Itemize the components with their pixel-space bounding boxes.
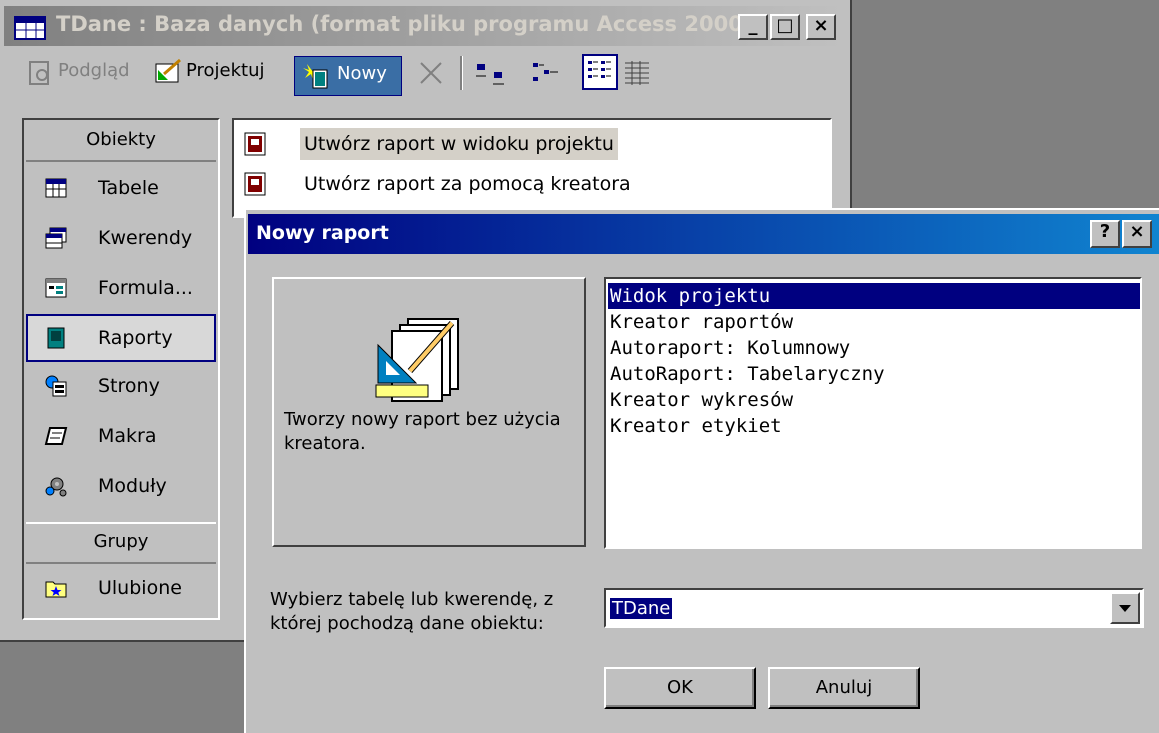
- wizard-shortcut-icon: [244, 132, 266, 156]
- new-icon: [303, 64, 328, 89]
- source-value: TDane: [610, 598, 673, 619]
- sidebar-item-pages[interactable]: Strony: [28, 364, 214, 408]
- cancel-button[interactable]: Anuluj: [768, 667, 920, 709]
- table-icon: [45, 178, 67, 198]
- sidebar-item-label: Ulubione: [98, 577, 182, 599]
- sidebar-item-favorites[interactable]: Ulubione: [28, 566, 214, 610]
- sidebar-item-label: Moduły: [98, 475, 167, 497]
- list-icon: [588, 61, 611, 78]
- wizard-shortcut-icon: [244, 172, 266, 196]
- sidebar-item-macros[interactable]: Makra: [28, 414, 214, 458]
- close-button[interactable]: ×: [806, 14, 836, 40]
- form-icon: [45, 278, 67, 298]
- ok-button[interactable]: OK: [604, 667, 756, 709]
- query-icon: [45, 227, 67, 249]
- help-button[interactable]: ?: [1090, 220, 1120, 248]
- sidebar-item-queries[interactable]: Kwerendy: [28, 216, 214, 260]
- preview-icon: [29, 61, 49, 85]
- sidebar-item-label: Strony: [98, 375, 160, 397]
- groups-header[interactable]: Grupy: [26, 522, 216, 564]
- dialog-title: Nowy raport: [256, 222, 389, 244]
- details-icon[interactable]: [622, 58, 652, 88]
- new-button[interactable]: Nowy: [294, 56, 402, 96]
- new-button-label: Nowy: [337, 63, 387, 84]
- database-window-title: TDane : Baza danych (format pliku progra…: [56, 12, 753, 36]
- list-item-autoreport-columnar[interactable]: Autoraport: Kolumnowy: [608, 335, 1140, 361]
- sidebar-item-label: Makra: [98, 425, 157, 447]
- list-item-report-wizard[interactable]: Kreator raportów: [608, 309, 1140, 335]
- sidebar-item-label: Raporty: [98, 327, 173, 349]
- list-item-label: Utwórz raport za pomocą kreatora: [304, 173, 631, 195]
- list-item-label: Utwórz raport w widoku projektu: [300, 128, 618, 160]
- dialog-titlebar[interactable]: Nowy raport ? ×: [248, 214, 1159, 254]
- maximize-button[interactable]: □: [770, 14, 800, 40]
- sidebar-item-label: Tabele: [98, 177, 159, 199]
- sidebar-item-modules[interactable]: Moduły: [28, 464, 214, 508]
- objects-bar: Obiekty Tabele Kwerendy Formula... Rapor…: [22, 118, 220, 620]
- design-icon: [155, 58, 181, 83]
- chevron-down-icon: [1119, 605, 1131, 612]
- small-icons-icon[interactable]: [530, 60, 564, 86]
- minimize-button[interactable]: _: [738, 14, 768, 40]
- list-item-design-view[interactable]: Widok projektu: [608, 283, 1140, 309]
- list-item-chart-wizard[interactable]: Kreator wykresów: [608, 387, 1140, 413]
- sidebar-item-label: Formula...: [98, 277, 193, 299]
- favorites-icon: [45, 581, 67, 598]
- database-toolbar: Podgląd Projektuj Nowy: [4, 52, 844, 98]
- source-label: Wybierz tabelę lub kwerendę, z której po…: [270, 589, 554, 634]
- large-icons-icon[interactable]: [474, 60, 510, 86]
- database-window-titlebar[interactable]: TDane : Baza danych (format pliku progra…: [4, 6, 844, 46]
- module-icon: [45, 477, 67, 497]
- report-icon: [47, 327, 65, 349]
- report-type-list[interactable]: Widok projektu Kreator raportów Autorapo…: [604, 277, 1142, 549]
- objects-header[interactable]: Obiekty: [26, 122, 216, 162]
- dialog-close-button[interactable]: ×: [1122, 220, 1152, 248]
- macro-icon: [44, 427, 68, 445]
- toolbar-separator: [460, 56, 463, 90]
- sidebar-item-reports[interactable]: Raporty: [26, 314, 216, 362]
- object-list: Utwórz raport w widoku projektu Utwórz r…: [232, 118, 832, 218]
- design-button[interactable]: Projektuj: [186, 60, 265, 81]
- dialog-description: Tworzy nowy raport bez użycia kreatora.: [284, 409, 561, 454]
- source-combobox[interactable]: TDane: [604, 588, 1144, 628]
- database-icon: [14, 16, 46, 40]
- list-view-button[interactable]: [582, 54, 618, 90]
- list-item-autoreport-tabular[interactable]: AutoRaport: Tabelaryczny: [608, 361, 1140, 387]
- report-design-icon: [375, 318, 459, 402]
- preview-button[interactable]: Podgląd: [58, 60, 130, 81]
- sidebar-item-forms[interactable]: Formula...: [28, 266, 214, 310]
- sidebar-item-label: Kwerendy: [98, 227, 193, 249]
- list-item-label-wizard[interactable]: Kreator etykiet: [608, 413, 1140, 439]
- sidebar-item-tables[interactable]: Tabele: [28, 166, 214, 210]
- dropdown-button[interactable]: [1110, 592, 1140, 624]
- page-icon: [45, 375, 67, 397]
- delete-icon[interactable]: [418, 60, 444, 86]
